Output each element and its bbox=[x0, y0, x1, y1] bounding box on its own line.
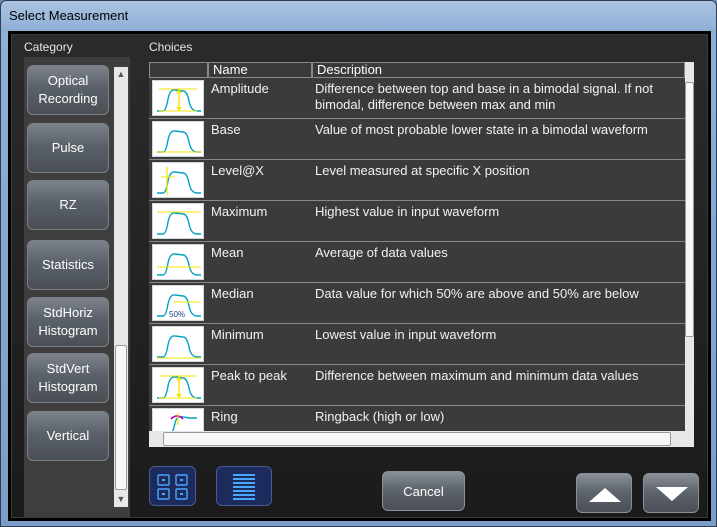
scroll-down-arrow-icon[interactable]: ▼ bbox=[114, 495, 128, 504]
category-scroll-thumb[interactable] bbox=[115, 345, 127, 490]
triangle-up-icon bbox=[589, 488, 621, 502]
row-description: Ringback (high or low) bbox=[315, 409, 445, 424]
dialog-panel: Category Choices Optical Recording Pulse… bbox=[11, 34, 708, 518]
grid-view-button[interactable] bbox=[149, 466, 196, 506]
choices-hscroll-thumb[interactable] bbox=[163, 432, 671, 446]
row-name: Base bbox=[211, 122, 241, 137]
row-name: Mean bbox=[211, 245, 244, 260]
dialog-client: Category Choices Optical Recording Pulse… bbox=[8, 31, 711, 521]
table-row[interactable]: Mean Average of data values bbox=[149, 242, 685, 283]
row-description: Data value for which 50% are above and 5… bbox=[315, 286, 639, 301]
list-view-icon bbox=[233, 474, 255, 500]
choices-vscrollbar[interactable] bbox=[685, 62, 694, 447]
category-statistics[interactable]: Statistics bbox=[27, 240, 109, 290]
header-description[interactable]: Description bbox=[312, 62, 685, 78]
table-row[interactable]: Base Value of most probable lower state i… bbox=[149, 119, 685, 160]
base-icon bbox=[152, 121, 204, 157]
row-name: Maximum bbox=[211, 204, 268, 219]
category-scrollbar[interactable]: ▲ ▼ bbox=[114, 67, 128, 507]
choices-hscrollbar[interactable] bbox=[149, 431, 685, 447]
row-description: Lowest value in input waveform bbox=[315, 327, 497, 342]
row-name: Level@X bbox=[211, 163, 264, 178]
row-name: Peak to peak bbox=[211, 368, 287, 383]
maximum-icon bbox=[152, 203, 204, 239]
row-description: Average of data values bbox=[315, 245, 448, 260]
triangle-down-icon bbox=[656, 487, 688, 501]
category-header: Category bbox=[24, 40, 73, 54]
level-at-x-icon bbox=[152, 162, 204, 198]
header-name[interactable]: Name bbox=[208, 62, 312, 78]
scroll-up-arrow-icon[interactable]: ▲ bbox=[114, 70, 128, 79]
row-name: Median bbox=[211, 286, 254, 301]
page-up-button[interactable] bbox=[576, 473, 632, 513]
table-row[interactable]: Amplitude Difference between top and base… bbox=[149, 78, 685, 119]
header-icon-cell bbox=[149, 62, 208, 78]
table-row[interactable]: Level@X Level measured at specific X posi… bbox=[149, 160, 685, 201]
select-measurement-dialog: Select Measurement Category Choices Opti… bbox=[0, 0, 717, 527]
table-header: Name Description bbox=[149, 62, 685, 78]
category-rz[interactable]: RZ bbox=[27, 180, 109, 230]
page-down-button[interactable] bbox=[643, 473, 699, 513]
choices-table: Name Description Amplitude Difference bet… bbox=[149, 62, 694, 447]
table-row[interactable]: Minimum Lowest value in input waveform bbox=[149, 324, 685, 365]
mean-icon bbox=[152, 244, 204, 280]
svg-text:50%: 50% bbox=[169, 310, 185, 319]
row-description: Level measured at specific X position bbox=[315, 163, 530, 178]
row-description: Difference between top and base in a bim… bbox=[315, 81, 653, 112]
row-description: Value of most probable lower state in a … bbox=[315, 122, 648, 137]
cancel-button[interactable]: Cancel bbox=[382, 471, 465, 511]
category-pulse[interactable]: Pulse bbox=[27, 123, 109, 173]
median-icon: 50% bbox=[152, 285, 204, 321]
category-stdhoriz-histogram[interactable]: StdHoriz Histogram bbox=[27, 297, 109, 347]
peak-to-peak-icon bbox=[152, 367, 204, 403]
amplitude-icon bbox=[152, 80, 204, 116]
table-row[interactable]: 50% Median Data value for which 50% are ab… bbox=[149, 283, 685, 324]
title-bar: Select Measurement bbox=[1, 1, 716, 31]
choices-header: Choices bbox=[149, 40, 193, 54]
category-vertical[interactable]: Vertical bbox=[27, 411, 109, 461]
category-optical-recording[interactable]: Optical Recording bbox=[27, 65, 109, 115]
category-stdvert-histogram[interactable]: StdVert Histogram bbox=[27, 353, 109, 403]
grid-view-icon bbox=[157, 474, 188, 500]
row-name: Minimum bbox=[211, 327, 264, 342]
table-row[interactable]: Peak to peak Difference between maximum a… bbox=[149, 365, 685, 406]
row-description: Highest value in input waveform bbox=[315, 204, 500, 219]
row-name: Ring bbox=[211, 409, 238, 424]
table-row[interactable]: Maximum Highest value in input waveform bbox=[149, 201, 685, 242]
window-title: Select Measurement bbox=[9, 8, 129, 23]
row-name: Amplitude bbox=[211, 81, 269, 96]
list-view-button[interactable] bbox=[216, 466, 272, 506]
row-description: Difference between maximum and minimum d… bbox=[315, 368, 639, 383]
category-list: Optical Recording Pulse RZ Statistics St… bbox=[24, 57, 130, 517]
choices-scroll-thumb[interactable] bbox=[685, 82, 694, 337]
minimum-icon bbox=[152, 326, 204, 362]
